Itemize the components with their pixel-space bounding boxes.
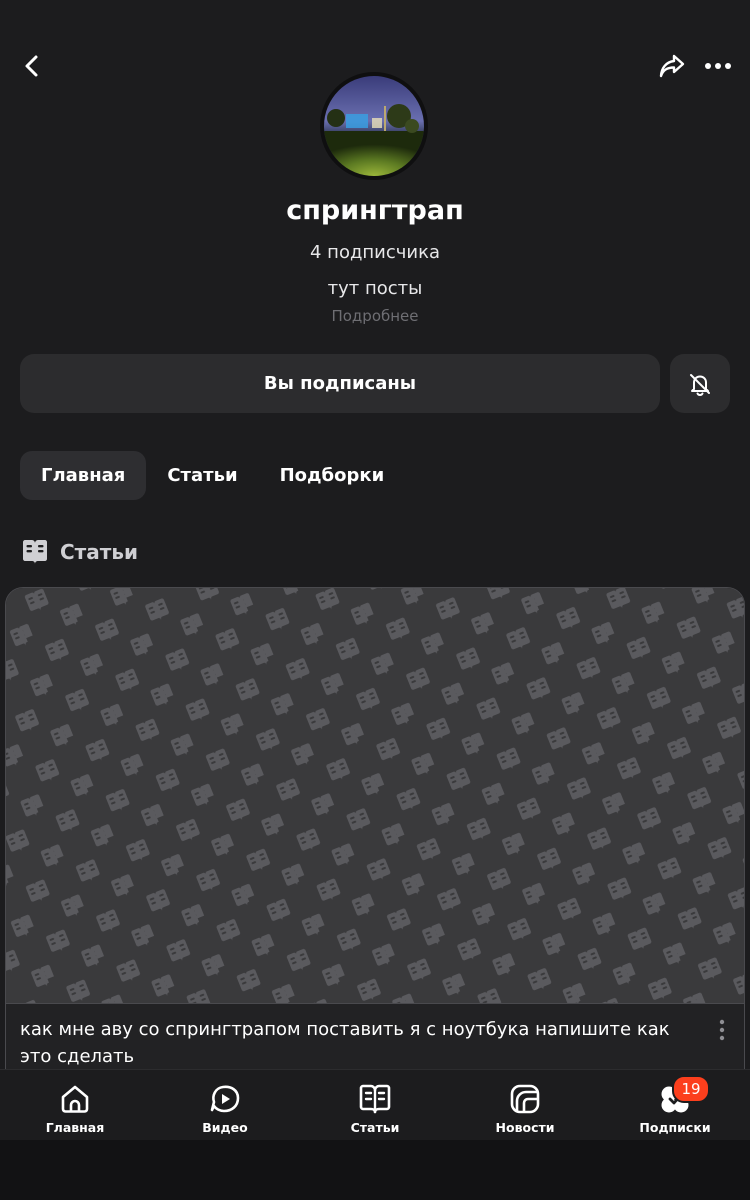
- section-title: Статьи: [60, 540, 139, 564]
- home-icon: [61, 1085, 89, 1113]
- article-placeholder-image: [6, 588, 744, 1003]
- bottom-safe-area: [0, 1140, 750, 1200]
- channel-description: тут посты: [327, 278, 423, 299]
- channel-name: спрингтрап: [286, 195, 464, 226]
- section-header: Статьи: [20, 536, 138, 568]
- nav-subscriptions[interactable]: Подписки 19: [600, 1070, 750, 1140]
- subscriber-count: 4 подписчика: [310, 242, 440, 263]
- more-horizontal-icon: [705, 63, 731, 69]
- tab-home[interactable]: Главная: [20, 451, 147, 500]
- subscriptions-badge: 19: [672, 1075, 710, 1103]
- nav-label: Статьи: [350, 1120, 400, 1135]
- article-card[interactable]: как мне аву со спрингтрапом поставить я …: [5, 587, 745, 1140]
- back-button[interactable]: [12, 46, 52, 86]
- more-vertical-icon: [719, 1019, 725, 1041]
- share-button[interactable]: [652, 46, 692, 86]
- article-title[interactable]: как мне аву со спрингтрапом поставить я …: [20, 1016, 680, 1070]
- news-icon: [510, 1084, 540, 1114]
- notifications-button[interactable]: [670, 354, 730, 413]
- bell-off-icon: [690, 373, 710, 396]
- tab-collections[interactable]: Подборки: [259, 451, 406, 500]
- chevron-left-icon: [25, 55, 38, 77]
- nav-video[interactable]: Видео: [150, 1070, 300, 1140]
- article-menu-button[interactable]: [706, 1014, 738, 1046]
- nav-label: Видео: [202, 1120, 248, 1135]
- channel-screen: спрингтрап 4 подписчика тут посты Подроб…: [0, 0, 750, 1140]
- channel-avatar[interactable]: [320, 72, 428, 180]
- nav-news[interactable]: Новости: [450, 1070, 600, 1140]
- video-play-icon: [210, 1085, 240, 1113]
- card-divider: [6, 1003, 744, 1004]
- nav-label: Главная: [45, 1120, 105, 1135]
- nav-home[interactable]: Главная: [0, 1070, 150, 1140]
- tab-articles[interactable]: Статьи: [146, 451, 258, 500]
- nav-label: Подписки: [639, 1120, 711, 1135]
- nav-articles[interactable]: Статьи: [300, 1070, 450, 1140]
- book-open-icon: [23, 540, 47, 564]
- bottom-navigation: Главная Видео Статьи Новости Подписки 19: [0, 1069, 750, 1140]
- avatar-image: [324, 76, 424, 176]
- more-details-link[interactable]: Подробнее: [0, 307, 750, 325]
- nav-label: Новости: [495, 1120, 555, 1135]
- book-open-icon: [359, 1084, 391, 1114]
- more-button[interactable]: [698, 46, 738, 86]
- channel-tabs: Главная Статьи Подборки: [20, 451, 405, 500]
- share-arrow-icon: [659, 54, 685, 78]
- subscribed-button[interactable]: Вы подписаны: [20, 354, 660, 413]
